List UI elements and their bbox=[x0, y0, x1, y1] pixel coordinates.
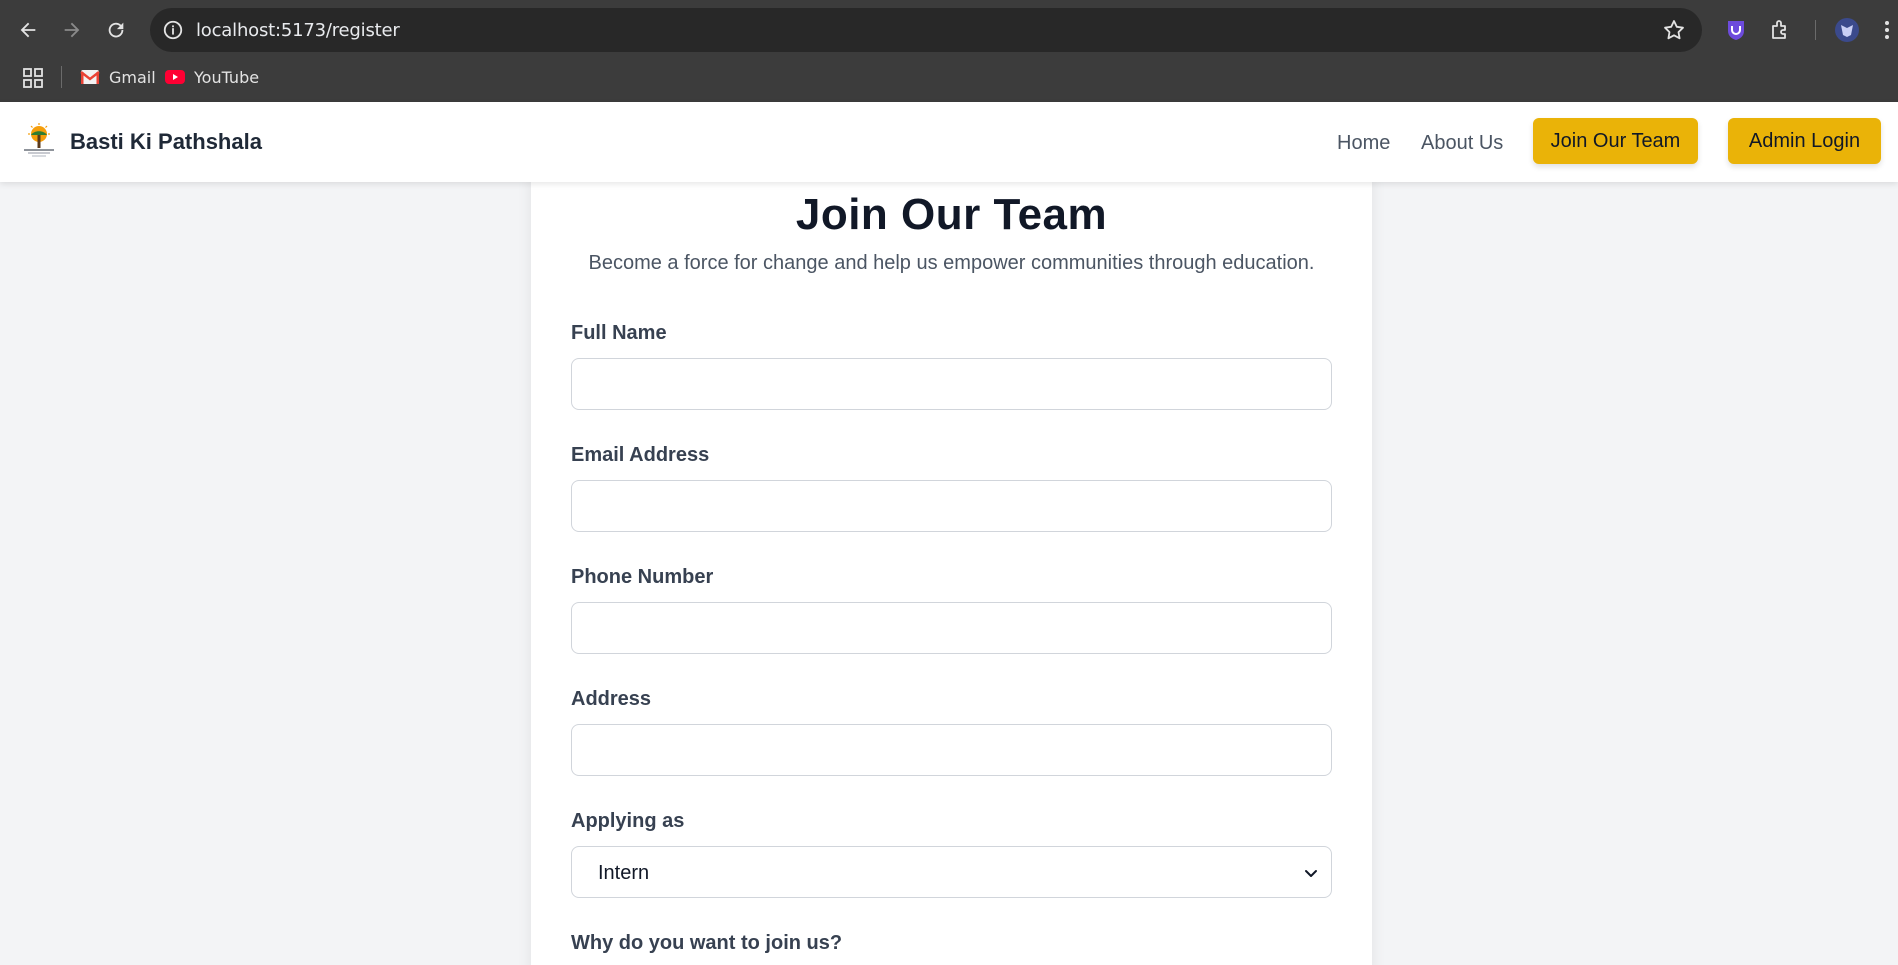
address-input[interactable] bbox=[571, 724, 1332, 776]
brand-name[interactable]: Basti Ki Pathshala bbox=[70, 129, 262, 155]
site-header: Basti Ki Pathshala Home About Us Join Ou… bbox=[0, 102, 1898, 182]
email-label: Email Address bbox=[571, 444, 710, 466]
bookmark-label: Gmail bbox=[109, 67, 156, 87]
address-label: Address bbox=[571, 688, 652, 710]
registration-form-card: Join Our Team Become a force for change … bbox=[531, 172, 1372, 965]
toolbar-divider bbox=[1815, 20, 1816, 40]
reload-button[interactable] bbox=[98, 12, 134, 48]
gmail-icon bbox=[80, 70, 100, 84]
profile-avatar-icon[interactable] bbox=[1834, 17, 1860, 43]
join-team-button[interactable]: Join Our Team bbox=[1533, 118, 1698, 164]
reload-icon bbox=[108, 22, 124, 38]
bookmark-youtube[interactable]: YouTube bbox=[165, 64, 259, 90]
arrow-left-icon bbox=[20, 22, 36, 38]
bookmarks-divider bbox=[61, 66, 62, 88]
browser-menu-icon[interactable] bbox=[1880, 17, 1894, 43]
back-button[interactable] bbox=[10, 12, 46, 48]
chevron-down-icon bbox=[1305, 870, 1317, 877]
full-name-label: Full Name bbox=[571, 322, 667, 344]
bookmark-gmail[interactable]: Gmail bbox=[80, 64, 156, 90]
nav-home-link[interactable]: Home bbox=[1337, 132, 1390, 155]
extension-shield-icon[interactable] bbox=[1723, 17, 1749, 43]
address-bar[interactable]: localhost:5173/register bbox=[150, 8, 1702, 52]
page-title: Join Our Team bbox=[795, 190, 1108, 239]
youtube-icon bbox=[165, 70, 185, 84]
nav-about-link[interactable]: About Us bbox=[1421, 132, 1503, 155]
extensions-puzzle-icon[interactable] bbox=[1768, 17, 1794, 43]
apps-grid-icon[interactable] bbox=[22, 67, 44, 89]
browser-toolbar: localhost:5173/register bbox=[0, 0, 1898, 60]
forward-button[interactable] bbox=[54, 12, 90, 48]
email-input[interactable] bbox=[571, 480, 1332, 532]
url-text: localhost:5173/register bbox=[196, 20, 400, 41]
phone-label: Phone Number bbox=[571, 566, 714, 588]
bookmark-star-icon[interactable] bbox=[1662, 18, 1686, 42]
arrow-right-icon bbox=[64, 22, 80, 38]
bookmark-label: YouTube bbox=[194, 67, 260, 87]
applying-as-label: Applying as bbox=[571, 810, 685, 832]
applying-as-select[interactable]: Intern bbox=[571, 846, 1332, 898]
bookmarks-bar bbox=[0, 60, 1898, 102]
page-subtitle: Become a force for change and help us em… bbox=[588, 252, 1315, 274]
site-info-icon[interactable] bbox=[162, 19, 184, 41]
applying-as-value: Intern bbox=[598, 862, 650, 884]
admin-login-button[interactable]: Admin Login bbox=[1728, 118, 1881, 164]
browser-chrome: localhost:5173/register Gmail YouTube bbox=[0, 0, 1898, 102]
full-name-input[interactable] bbox=[571, 358, 1332, 410]
why-join-label: Why do you want to join us? bbox=[571, 932, 843, 954]
phone-input[interactable] bbox=[571, 602, 1332, 654]
basti-ki-pathshala-logo-icon[interactable] bbox=[20, 122, 58, 160]
